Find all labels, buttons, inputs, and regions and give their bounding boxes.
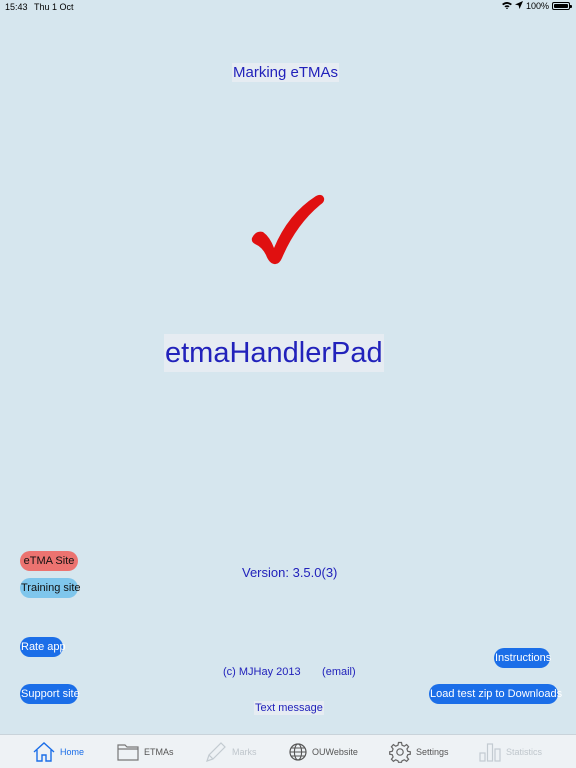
battery-icon [552,2,572,10]
checkmark-icon [250,192,326,266]
battery-percent: 100% [525,1,549,11]
tab-ouwebsite[interactable]: OUWebsite [289,741,358,763]
tab-home-label: Home [60,747,85,757]
app-name: etmaHandlerPad [164,334,384,372]
status-date: Thu 1 Oct [34,2,74,12]
tab-statistics: Statistics [479,741,542,763]
rate-app-button[interactable]: Rate app [20,637,66,657]
status-indicators: 100% [501,1,572,11]
text-message-link[interactable]: Text message [254,701,324,715]
load-test-zip-button[interactable]: Load test zip to Downloads [429,684,562,704]
copyright-text: (c) MJHay 2013 [223,666,301,678]
training-site-button[interactable]: Training site [20,578,81,598]
location-arrow-icon [514,1,523,11]
support-site-button[interactable]: Support site [20,684,80,704]
tab-etmas-label: ETMAs [144,747,174,757]
tab-settings-label: Settings [416,747,449,757]
instructions-button[interactable]: Instructions [494,648,551,668]
email-link[interactable]: (email) [322,666,356,678]
tab-marks-label: Marks [232,747,257,757]
home-icon [33,742,55,762]
gear-icon [389,741,411,763]
tab-settings[interactable]: Settings [389,741,449,763]
status-time: 15:43 [5,2,28,12]
copyright-line: (c) MJHay 2013 (email) [223,666,356,678]
tab-home[interactable]: Home [33,741,84,763]
tab-ouwebsite-label: OUWebsite [312,747,358,757]
page-title: Marking eTMAs [232,63,340,82]
folder-icon [117,743,139,761]
pen-icon [205,742,227,762]
version-label: Version: 3.5.0(3) [242,565,338,580]
tab-statistics-label: Statistics [506,747,543,757]
tab-bar: Home ETMAs Marks OUWebsite Settings Stat… [0,734,576,768]
etma-site-button[interactable]: eTMA Site [20,551,78,571]
bar-chart-icon [479,742,501,762]
tab-marks: Marks [205,741,257,763]
globe-icon [289,743,307,761]
wifi-icon [501,1,512,11]
tab-etmas[interactable]: ETMAs [117,741,174,763]
